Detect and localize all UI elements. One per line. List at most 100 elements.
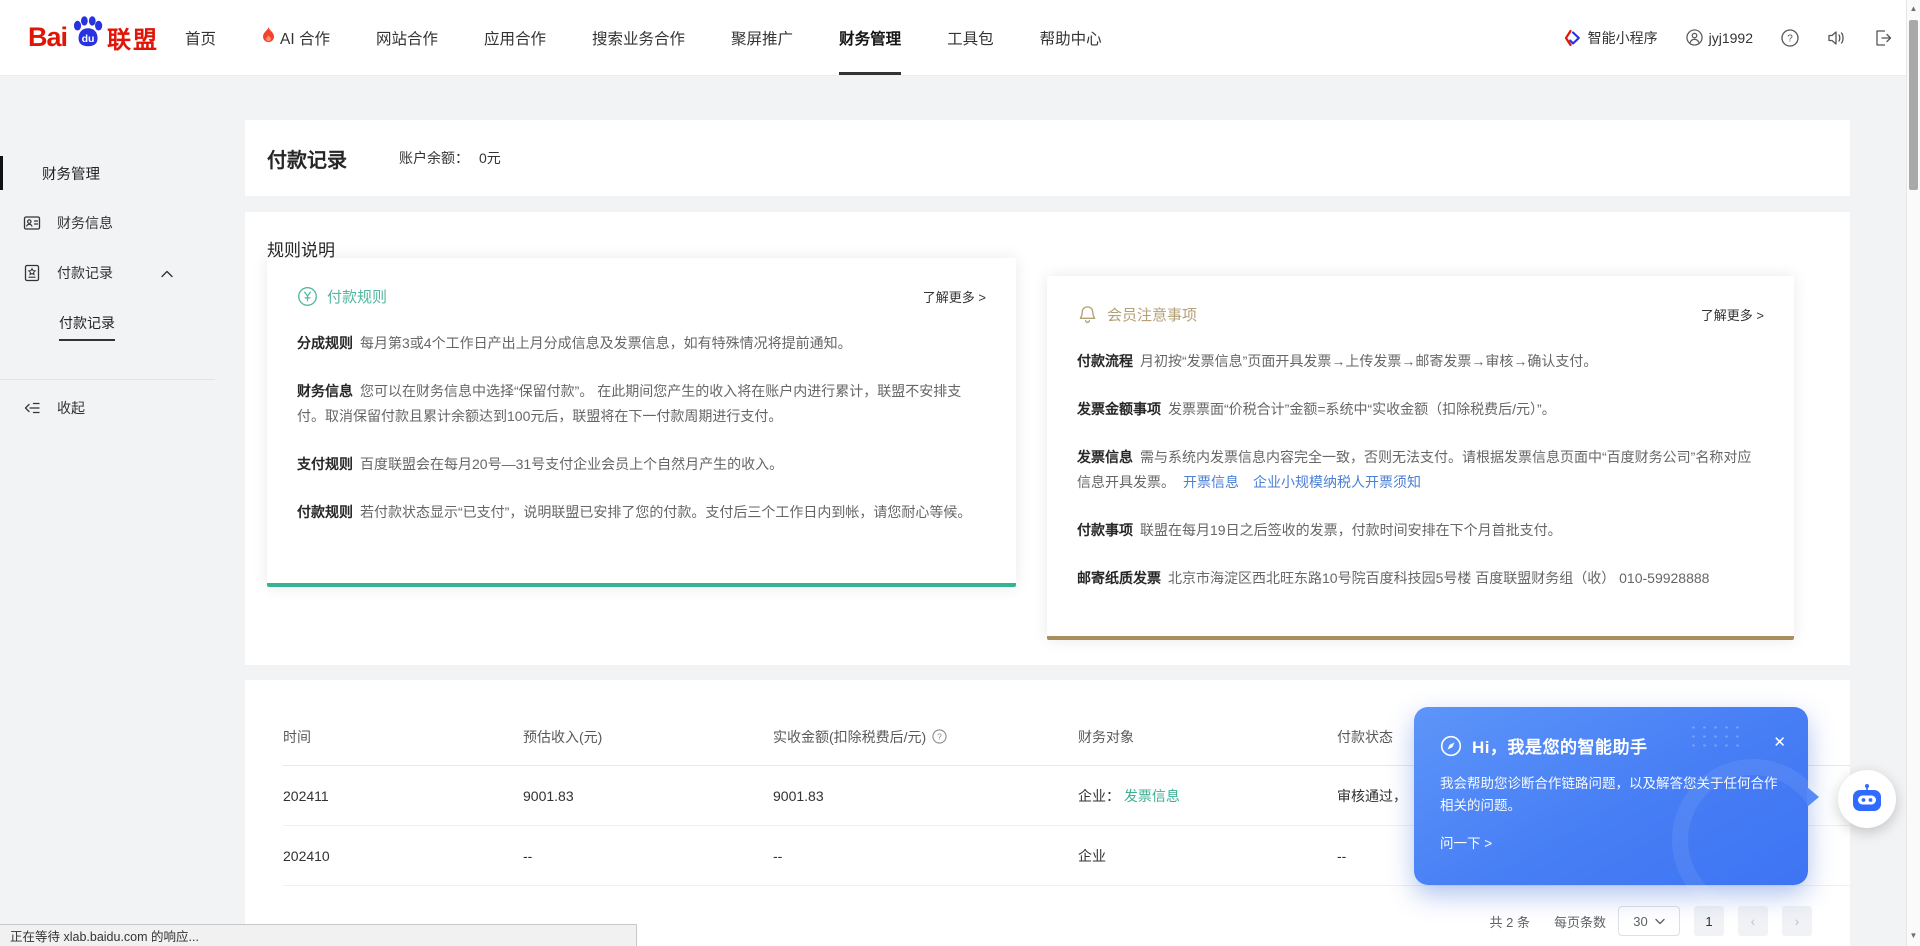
collapse-label: 收起 xyxy=(57,398,85,418)
mini-program-icon xyxy=(1564,29,1582,47)
nav-item-ai-cooperation[interactable]: AI 合作 xyxy=(262,0,330,75)
learn-more-link[interactable]: 了解更多 > xyxy=(923,287,986,306)
logo-text-union: 联盟 xyxy=(107,20,159,55)
cell-time: 202411 xyxy=(283,788,523,804)
rule-item: 付款事项联盟在每月19日之后签收的发票，付款时间安排在下个月首批支付。 xyxy=(1077,518,1764,543)
speaker-icon[interactable] xyxy=(1827,29,1846,47)
scrollbar-thumb[interactable] xyxy=(1909,20,1918,190)
coin-yuan-icon xyxy=(297,286,318,307)
user-icon xyxy=(1686,29,1703,46)
prev-page-button[interactable]: ‹ xyxy=(1738,906,1768,936)
rule-text: 若付款状态显示“已支付”，说明联盟已安排了您的付款。支付后三个工作日内到帐，请您… xyxy=(360,504,971,520)
rule-text: 联盟在每月19日之后签收的发票，付款时间安排在下个月首批支付。 xyxy=(1140,522,1562,538)
chevron-up-icon[interactable] xyxy=(161,265,173,281)
balance-value: 0元 xyxy=(479,148,501,168)
robot-icon xyxy=(1848,780,1886,818)
nav-item-screen-promotion[interactable]: 聚屏推广 xyxy=(731,0,793,75)
invoice-info-row-link[interactable]: 发票信息 xyxy=(1124,788,1180,804)
finance-target-text: 企业： xyxy=(1078,788,1120,804)
payment-record-icon xyxy=(23,264,41,282)
baidu-union-logo[interactable]: Bai du 联盟 xyxy=(28,13,159,62)
mini-program-entry[interactable]: 智能小程序 xyxy=(1564,28,1658,48)
user-account[interactable]: jyj1992 xyxy=(1686,29,1753,46)
nav-label: 首页 xyxy=(185,27,216,49)
invoice-info-link[interactable]: 开票信息 xyxy=(1183,474,1239,490)
scroll-down-arrow[interactable]: ▼ xyxy=(1907,931,1920,940)
member-notes-card: 会员注意事项 了解更多 > 付款流程月初按“发票信息”页面开具发票→上传发票→邮… xyxy=(1047,276,1794,640)
page-title: 付款记录 xyxy=(267,144,347,173)
baidu-paw-icon: du xyxy=(68,13,106,56)
payment-rules-title: 付款规则 xyxy=(327,286,387,307)
sidebar-subitem-payment-record-active[interactable]: 付款记录 xyxy=(59,313,115,341)
rules-panel: 规则说明 付款规则 了解更多 > 分成规则每月第3或4个工作日产出上月分成信息及… xyxy=(245,212,1850,665)
chevron-down-icon xyxy=(1655,918,1665,925)
column-header-actual-label: 实收金额(扣除税费后/元) xyxy=(773,727,926,747)
finance-info-icon xyxy=(23,214,41,232)
per-page-select[interactable]: 30 xyxy=(1618,906,1680,936)
payment-rules-card: 付款规则 了解更多 > 分成规则每月第3或4个工作日产出上月分成信息及发票信息，… xyxy=(267,258,1016,587)
sidebar-divider xyxy=(0,379,215,380)
rule-item: 付款流程月初按“发票信息”页面开具发票→上传发票→邮寄发票→审核→确认支付。 xyxy=(1077,349,1764,374)
sidebar-collapse-button[interactable]: 收起 xyxy=(0,391,215,425)
balance-label: 账户余额： xyxy=(399,148,469,168)
column-header-time: 时间 xyxy=(283,727,523,747)
sidebar-title: 财务管理 xyxy=(0,156,215,190)
close-icon[interactable]: ✕ xyxy=(1773,733,1786,751)
sidebar-item-label: 财务信息 xyxy=(57,213,113,233)
sidebar-item-payment-record[interactable]: 付款记录 xyxy=(0,256,215,290)
svg-text:?: ? xyxy=(1787,33,1793,44)
nav-label: 财务管理 xyxy=(839,27,901,49)
rule-label: 付款事项 xyxy=(1077,522,1133,538)
rule-label: 付款流程 xyxy=(1077,353,1133,369)
per-page-label: 每页条数 xyxy=(1554,912,1606,931)
nav-item-home[interactable]: 首页 xyxy=(185,0,216,75)
logo-text-bai: Bai xyxy=(28,22,67,53)
help-icon[interactable]: ? xyxy=(1781,29,1799,47)
nav-item-finance-management[interactable]: 财务管理 xyxy=(839,0,901,75)
learn-more-link[interactable]: 了解更多 > xyxy=(1701,305,1764,324)
question-circle-icon[interactable]: ? xyxy=(932,729,947,744)
rule-item: 发票金额事项发票票面“价税合计”金额=系统中“实收金额（扣除税费后/元）”。 xyxy=(1077,397,1764,422)
main-nav: 首页 AI 合作 网站合作 应用合作 搜索业务合作 聚屏推广 财务管理 xyxy=(185,0,1148,75)
cell-estimated: -- xyxy=(523,848,773,864)
nav-item-website-cooperation[interactable]: 网站合作 xyxy=(376,0,438,75)
sidebar-item-label: 付款记录 xyxy=(57,263,113,283)
topbar-right-tools: 智能小程序 jyj1992 ? xyxy=(1536,28,1892,48)
cell-actual: 9001.83 xyxy=(773,788,1078,804)
rule-label: 邮寄纸质发票 xyxy=(1077,570,1161,586)
assistant-robot-button[interactable] xyxy=(1838,770,1896,828)
column-header-finance-target: 财务对象 xyxy=(1078,727,1337,747)
page-scrollbar[interactable]: ▲ ▼ xyxy=(1906,0,1920,946)
column-header-actual: 实收金额(扣除税费后/元) ? xyxy=(773,727,1078,747)
nav-item-search-business[interactable]: 搜索业务合作 xyxy=(592,0,685,75)
cell-finance-target: 企业 xyxy=(1078,846,1337,866)
nav-item-app-cooperation[interactable]: 应用合作 xyxy=(484,0,546,75)
nav-label: AI 合作 xyxy=(280,27,330,49)
popup-tail xyxy=(1807,787,1819,807)
logout-icon[interactable] xyxy=(1874,29,1892,47)
rule-item: 付款规则若付款状态显示“已支付”，说明联盟已安排了您的付款。支付后三个工作日内到… xyxy=(297,500,986,525)
page-number-button[interactable]: 1 xyxy=(1694,906,1724,936)
payment-record-summary-card: 付款记录 账户余额： 0元 xyxy=(245,120,1850,196)
column-header-estimated: 预估收入(元) xyxy=(523,727,773,747)
nav-item-toolkit[interactable]: 工具包 xyxy=(947,0,994,75)
nav-label: 聚屏推广 xyxy=(731,27,793,49)
scroll-up-arrow[interactable]: ▲ xyxy=(1907,4,1920,13)
rule-text: 百度联盟会在每月20号—31号支付企业会员上个自然月产生的收入。 xyxy=(360,456,783,472)
rule-item: 发票信息需与系统内发票信息内容完全一致，否则无法支付。请根据发票信息页面中“百度… xyxy=(1077,445,1764,495)
rule-item: 财务信息您可以在财务信息中选择“保留付款”。 在此期间您产生的收入将在账户内进行… xyxy=(297,379,986,429)
username-label: jyj1992 xyxy=(1709,30,1753,46)
sidebar-item-finance-info[interactable]: 财务信息 xyxy=(0,206,215,240)
ask-now-link[interactable]: 问一下 > xyxy=(1440,832,1782,852)
nav-label: 搜索业务合作 xyxy=(592,27,685,49)
smart-assistant-popup: Hi，我是您的智能助手 ✕ 我会帮助您诊断合作链路问题，以及解答您关于任何合作相… xyxy=(1414,707,1808,885)
rule-label: 发票信息 xyxy=(1077,449,1133,465)
next-page-button[interactable]: › xyxy=(1782,906,1812,936)
compass-icon xyxy=(1440,735,1462,757)
small-taxpayer-notice-link[interactable]: 企业小规模纳税人开票须知 xyxy=(1253,474,1421,490)
browser-status-bar: 正在等待 xlab.baidu.com 的响应... xyxy=(0,924,637,946)
nav-label: 工具包 xyxy=(947,27,994,49)
nav-item-help-center[interactable]: 帮助中心 xyxy=(1040,0,1102,75)
cell-estimated: 9001.83 xyxy=(523,788,773,804)
nav-label: 网站合作 xyxy=(376,27,438,49)
